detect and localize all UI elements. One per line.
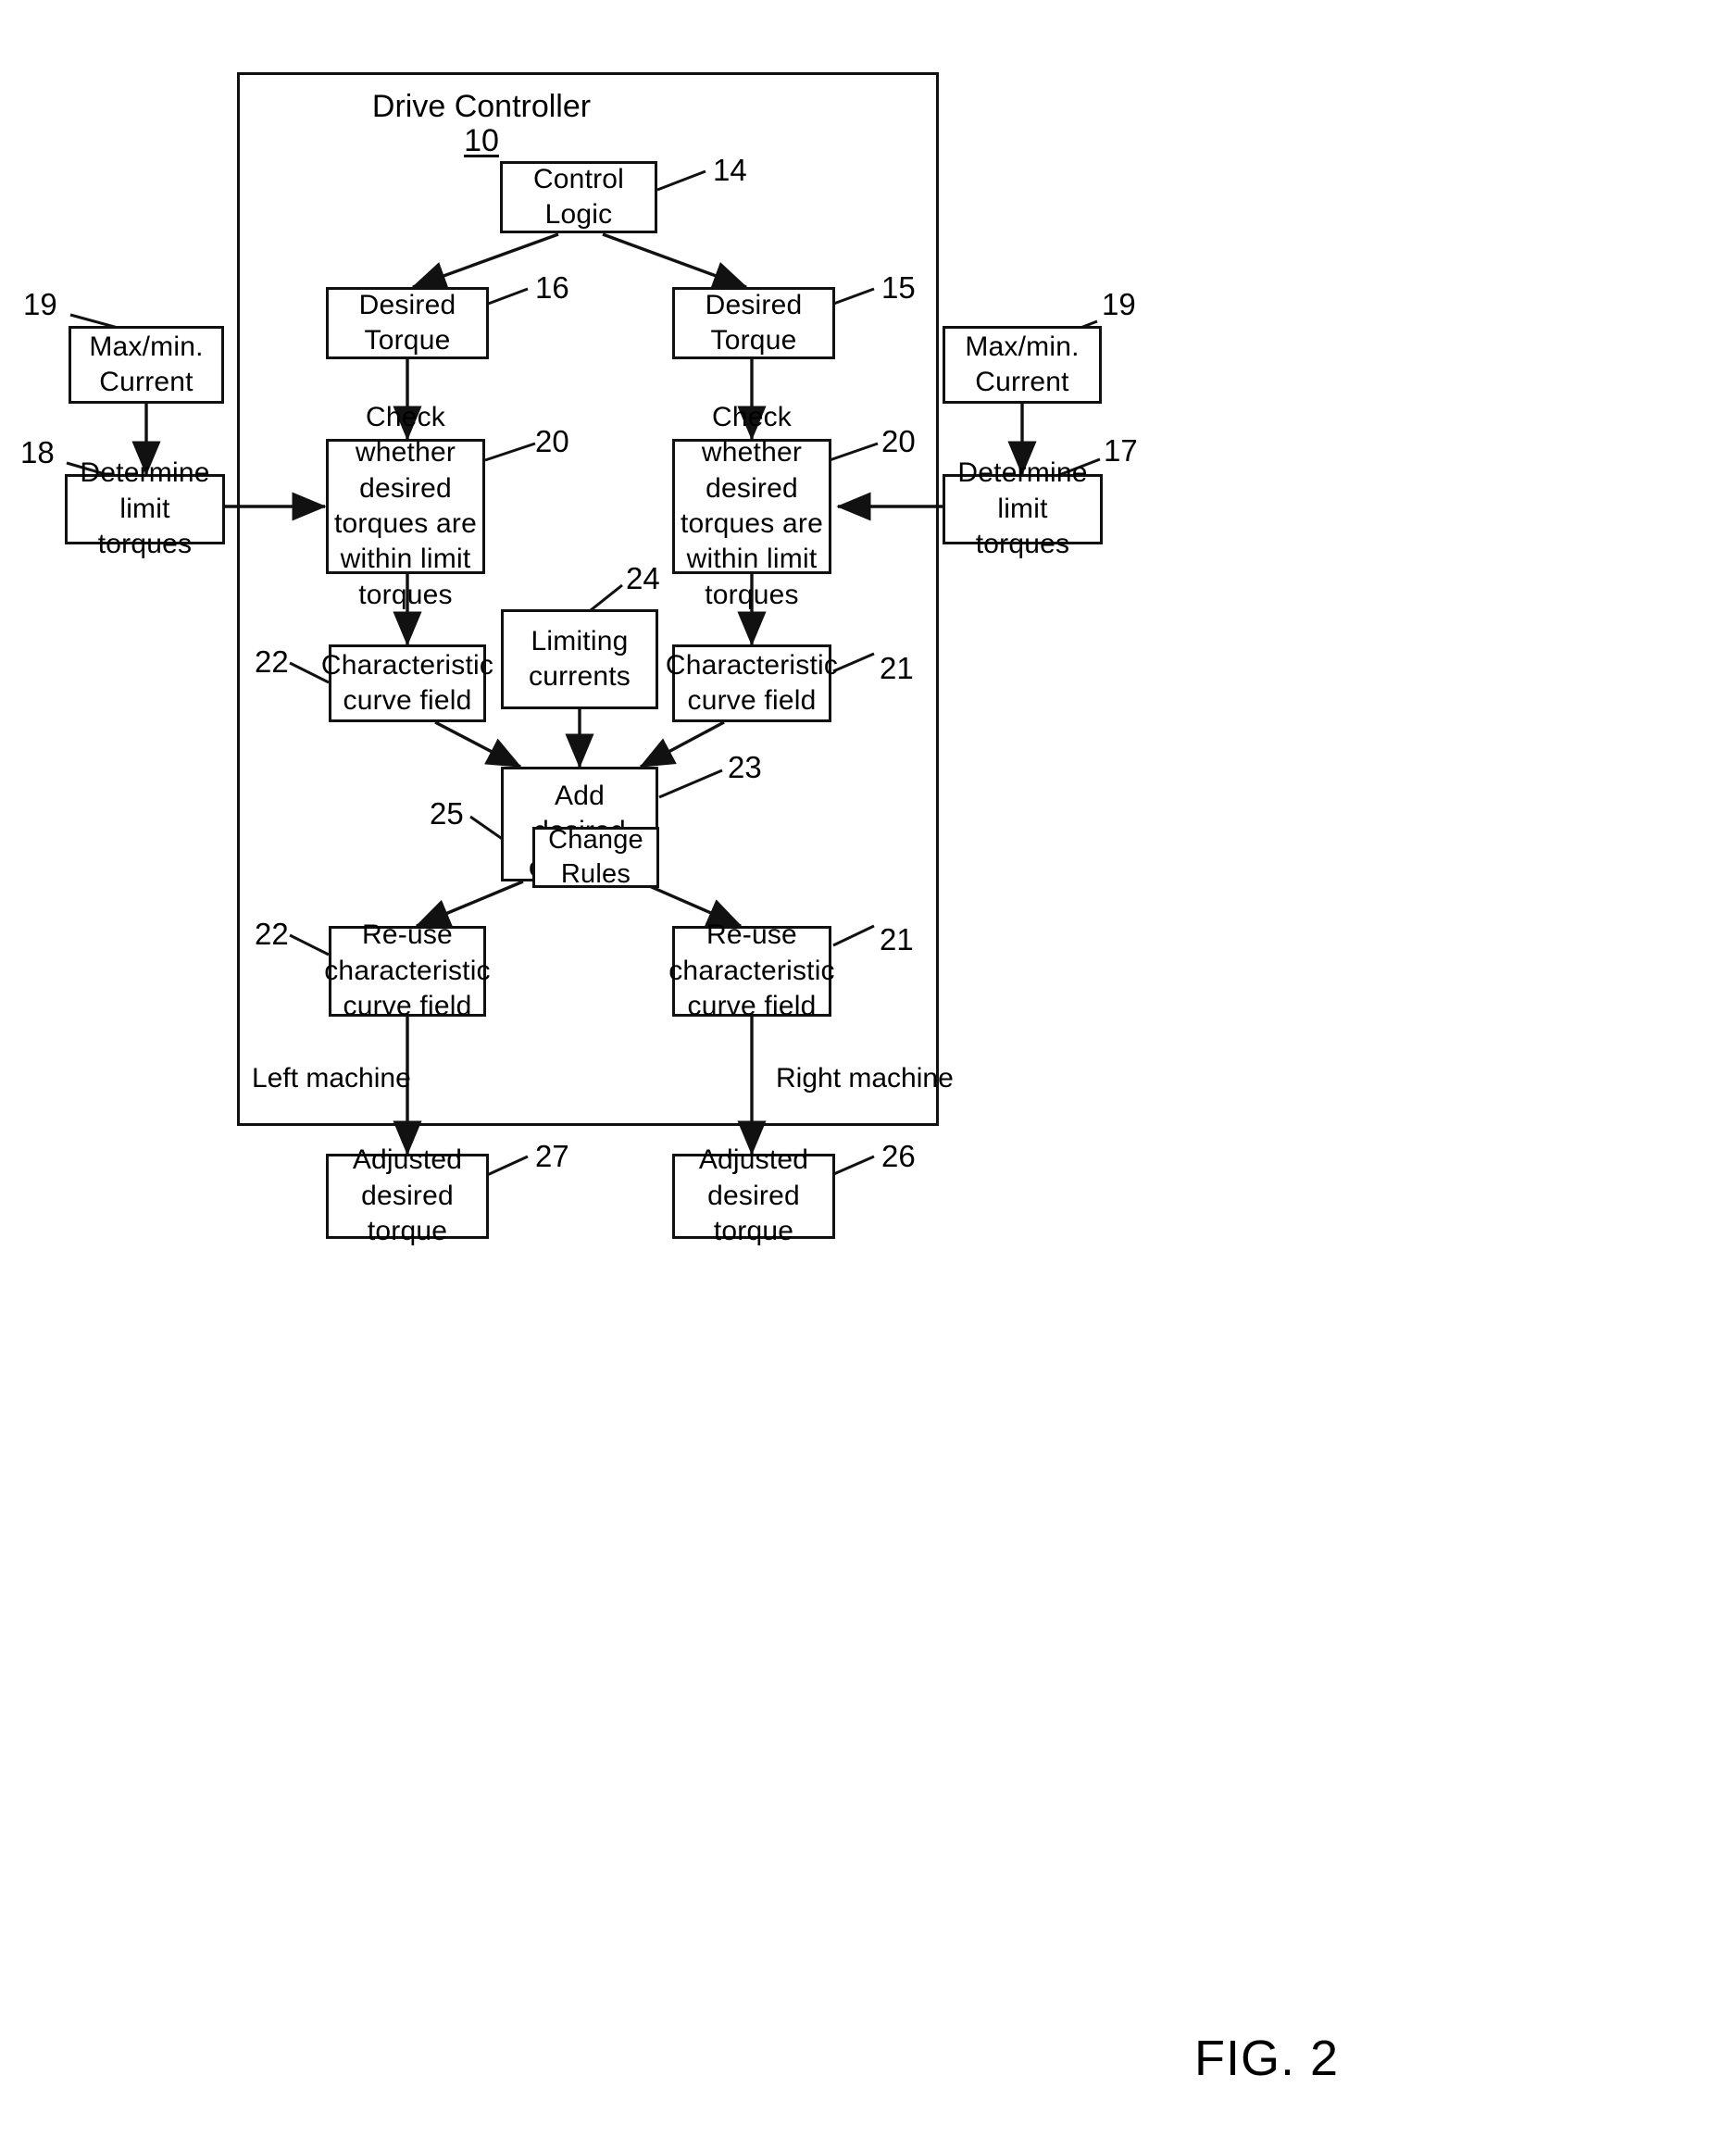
ref-number-17: 17 <box>1104 433 1138 468</box>
node-reuse-curve-field-left[interactable]: Re-use characteristic curve field <box>324 919 490 1021</box>
node-determine-limit-torques-left[interactable]: Determine limit torques <box>65 457 225 559</box>
node-check-limit-right-label: Check whether desired torques are within… <box>681 401 823 610</box>
leader-26 <box>829 1155 875 1178</box>
node-characteristic-curve-field-left-label: Characteristic curve field <box>320 649 494 716</box>
node-adjusted-desired-torque-right[interactable]: Adjusted desired torque <box>672 1144 835 1246</box>
node-characteristic-curve-field-right-label: Characteristic curve field <box>665 649 839 716</box>
node-change-rules[interactable]: Change Rules <box>532 825 659 889</box>
ref-number-22-reuse-left: 22 <box>255 917 289 951</box>
node-maxmin-current-right[interactable]: Max/min. Current <box>943 326 1102 404</box>
node-maxmin-current-right-label: Max/min. Current <box>965 331 1080 397</box>
ref-number-27: 27 <box>535 1139 569 1173</box>
node-limiting-currents-label: Limiting currents <box>529 625 631 692</box>
node-limiting-currents[interactable]: Limiting currents <box>501 609 658 709</box>
node-check-limit-left[interactable]: Check whether desired torques are within… <box>326 402 485 610</box>
ref-number-14: 14 <box>713 153 747 187</box>
drive-controller-title: Drive Controller <box>371 89 592 124</box>
ref-number-19-right: 19 <box>1102 287 1136 321</box>
ref-number-25: 25 <box>430 796 464 831</box>
node-change-rules-label: Change Rules <box>548 824 643 889</box>
ref-number-20-left: 20 <box>535 424 569 458</box>
node-reuse-curve-field-right-label: Re-use characteristic curve field <box>668 919 835 1022</box>
patent-figure-page: Drive Controller 10 Control Logic 14 Des… <box>0 0 1736 2150</box>
node-desired-torque-left-label: Desired Torque <box>358 289 456 356</box>
node-maxmin-current-left[interactable]: Max/min. Current <box>69 326 224 404</box>
node-desired-torque-right[interactable]: Desired Torque <box>672 287 835 359</box>
ref-number-23: 23 <box>728 750 762 784</box>
ref-number-26: 26 <box>881 1139 916 1173</box>
node-reuse-curve-field-right[interactable]: Re-use characteristic curve field <box>668 919 834 1021</box>
node-check-limit-right[interactable]: Check whether desired torques are within… <box>672 402 831 610</box>
node-determine-limit-torques-left-label: Determine limit torques <box>80 457 210 560</box>
node-control-logic[interactable]: Control Logic <box>500 161 657 233</box>
node-characteristic-curve-field-right[interactable]: Characteristic curve field <box>666 644 838 722</box>
label-right-machine: Right machine <box>776 1063 954 1094</box>
node-characteristic-curve-field-left[interactable]: Characteristic curve field <box>321 644 493 722</box>
node-desired-torque-left[interactable]: Desired Torque <box>326 287 489 359</box>
node-adjusted-desired-torque-left-label: Adjusted desired torque <box>352 1144 463 1247</box>
ref-number-18: 18 <box>20 435 55 469</box>
node-adjusted-desired-torque-right-label: Adjusted desired torque <box>698 1144 809 1247</box>
node-adjusted-desired-torque-left[interactable]: Adjusted desired torque <box>326 1144 489 1246</box>
ref-number-22-curve-left: 22 <box>255 644 289 679</box>
node-desired-torque-right-label: Desired Torque <box>705 289 803 356</box>
leader-27 <box>484 1155 529 1178</box>
ref-number-21-curve-right: 21 <box>880 651 914 685</box>
node-check-limit-left-label: Check whether desired torques are within… <box>334 401 477 610</box>
node-determine-limit-torques-right-label: Determine limit torques <box>957 457 1088 560</box>
ref-number-15: 15 <box>881 270 916 305</box>
label-left-machine: Left machine <box>252 1063 411 1094</box>
drive-controller-ref-number: 10 <box>464 123 499 158</box>
ref-number-19-left: 19 <box>23 287 57 321</box>
ref-number-20-right: 20 <box>881 424 916 458</box>
ref-number-24: 24 <box>626 561 660 595</box>
node-maxmin-current-left-label: Max/min. Current <box>89 331 204 397</box>
node-control-logic-label: Control Logic <box>532 163 625 230</box>
figure-caption: FIG. 2 <box>1194 2031 1340 2086</box>
node-determine-limit-torques-right[interactable]: Determine limit torques <box>943 457 1103 559</box>
ref-number-16: 16 <box>535 270 569 305</box>
node-reuse-curve-field-left-label: Re-use characteristic curve field <box>324 919 491 1022</box>
ref-number-21-reuse-right: 21 <box>880 922 914 956</box>
